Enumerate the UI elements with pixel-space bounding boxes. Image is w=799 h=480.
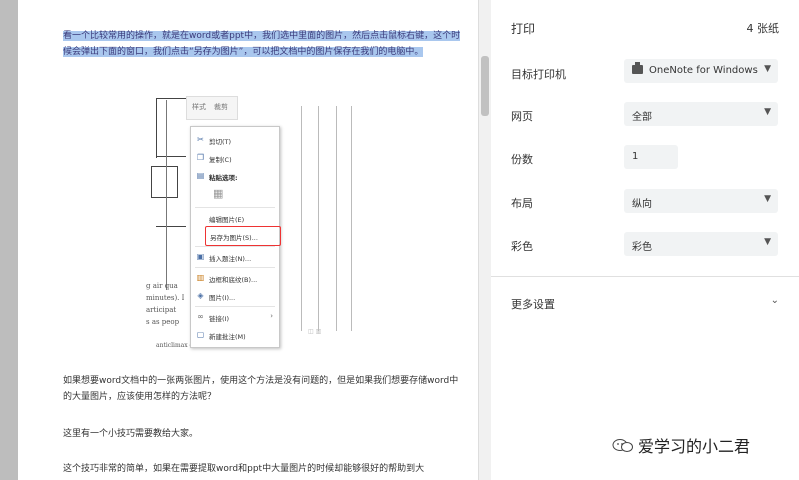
text-fragment: articipat bbox=[146, 306, 177, 314]
document-screenshot-image: g air qua minutes). I articipat s as peo… bbox=[136, 96, 358, 354]
pages-select[interactable]: 全部 ▼ bbox=[624, 102, 778, 126]
layout-select[interactable]: 纵向 ▼ bbox=[624, 189, 778, 213]
more-settings-toggle[interactable]: 更多设置 bbox=[511, 296, 555, 312]
color-label: 彩色 bbox=[511, 240, 533, 253]
red-arrow-icon bbox=[348, 166, 408, 236]
menu-item-paste-options: ▤ 粘贴选项: bbox=[196, 171, 238, 182]
menu-item-borders-shading[interactable]: ▥ 边框和底纹(B)... bbox=[191, 269, 279, 287]
text-fragment: s as peop bbox=[146, 318, 180, 326]
menu-separator bbox=[195, 246, 275, 247]
chevron-down-icon[interactable]: ⌄ bbox=[771, 295, 779, 306]
printer-icon bbox=[632, 62, 643, 74]
print-settings-panel: 打印 4 张纸 目标打印机 OneNote for Windows ▼ 网页 全… bbox=[491, 0, 799, 480]
menu-item-insert-caption[interactable]: ▣ 插入题注(N)... bbox=[191, 248, 279, 266]
menu-item-picture[interactable]: ◈ 图片(I)... bbox=[191, 287, 279, 305]
link-icon: ∞ bbox=[197, 312, 204, 321]
chevron-down-icon: ▼ bbox=[764, 237, 771, 247]
layout-label: 布局 bbox=[511, 197, 533, 210]
paste-option-button[interactable]: ▦ bbox=[191, 185, 279, 205]
picture-icon: ◈ bbox=[197, 291, 204, 300]
menu-item-new-comment[interactable]: ▢ 新建批注(M) bbox=[191, 326, 279, 344]
menu-item-edit-picture[interactable]: 编辑图片(E) bbox=[191, 209, 279, 227]
menu-separator bbox=[195, 207, 275, 208]
preview-page: 看一个比较常用的操作，就是在word或者ppt中，我们选中里面的图片，然后点击鼠… bbox=[18, 0, 478, 480]
paragraph: 如果想要word文档中的一张两张图片，使用这个方法是没有问题的，但是如果我们想要… bbox=[63, 376, 459, 402]
paragraph: 这个技巧非常的简单，如果在需要提取word和ppt中大量图片的时候却能够很好的帮… bbox=[63, 464, 425, 474]
pages-label: 网页 bbox=[511, 110, 533, 123]
wechat-icon bbox=[612, 439, 633, 452]
menu-item-link[interactable]: ∞ 链接(I) › bbox=[191, 308, 279, 326]
clipboard-icon: ▦ bbox=[213, 187, 224, 200]
copies-label: 份数 bbox=[511, 153, 533, 166]
menu-item-save-as-picture[interactable]: 另存为图片(S)... bbox=[205, 226, 281, 246]
chevron-down-icon: ▼ bbox=[764, 194, 771, 204]
color-select[interactable]: 彩色 ▼ bbox=[624, 232, 778, 256]
destination-select[interactable]: OneNote for Windows ▼ bbox=[624, 59, 778, 83]
watermark-text: 爱学习的小二君 bbox=[638, 437, 751, 456]
image-watermark-icon: ◫ ▥ bbox=[308, 328, 322, 335]
submenu-arrow-icon: › bbox=[270, 312, 273, 320]
print-preview[interactable]: 看一个比较常用的操作，就是在word或者ppt中，我们选中里面的图片，然后点击鼠… bbox=[0, 0, 478, 480]
comment-icon: ▢ bbox=[196, 330, 205, 339]
context-toolbar: 样式 裁剪 bbox=[186, 96, 238, 120]
border-icon: ▥ bbox=[196, 273, 205, 282]
divider bbox=[491, 276, 799, 277]
selected-paragraph: 看一个比较常用的操作，就是在word或者ppt中，我们选中里面的图片，然后点击鼠… bbox=[63, 31, 461, 57]
copies-input[interactable]: 1 bbox=[624, 145, 678, 169]
context-menu: ✂ 剪切(T) ❐ 复制(C) ▤ 粘贴选项: ▦ 编辑图片(E) 另存为图片(S).… bbox=[190, 126, 281, 348]
menu-separator bbox=[195, 267, 275, 268]
caption-icon: ▣ bbox=[196, 252, 205, 261]
menu-item-copy[interactable]: ❐ 复制(C) bbox=[191, 149, 279, 167]
text-fragment: g air qua bbox=[146, 282, 178, 290]
scrollbar-thumb[interactable] bbox=[481, 56, 489, 116]
menu-item-cut[interactable]: ✂ 剪切(T) bbox=[191, 131, 279, 149]
scissors-icon: ✂ bbox=[197, 135, 204, 144]
panel-title: 打印 bbox=[511, 22, 536, 36]
preview-scrollbar[interactable] bbox=[478, 0, 491, 480]
sheet-count: 4 张纸 bbox=[746, 22, 780, 35]
chevron-down-icon: ▼ bbox=[764, 107, 771, 117]
chevron-down-icon: ▼ bbox=[764, 64, 771, 74]
paste-icon: ▤ bbox=[196, 171, 205, 180]
destination-label: 目标打印机 bbox=[511, 68, 566, 81]
copy-icon: ❐ bbox=[196, 153, 205, 162]
text-fragment: minutes). I bbox=[146, 294, 185, 302]
paragraph: 这里有一个小技巧需要教给大家。 bbox=[63, 429, 199, 439]
menu-separator bbox=[195, 306, 275, 307]
